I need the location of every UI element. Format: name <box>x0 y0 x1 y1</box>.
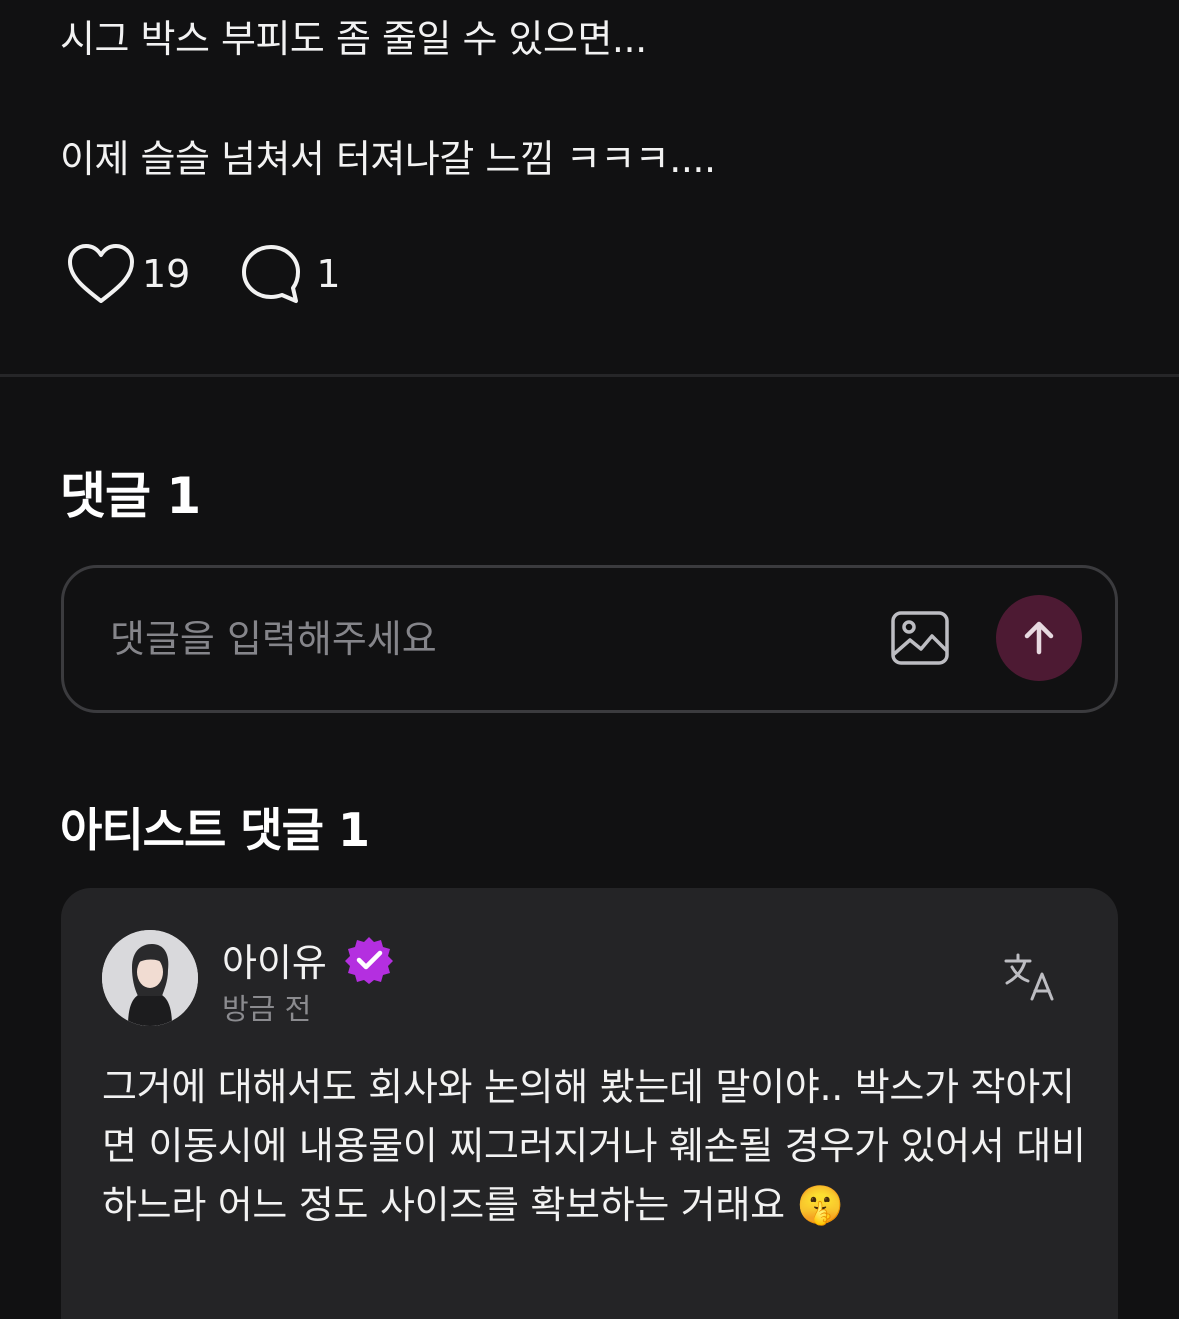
arrow-up-icon <box>1024 621 1054 655</box>
attach-image-button[interactable] <box>890 610 950 666</box>
post-body-line: 시그 박스 부피도 좀 줄일 수 있으면... <box>60 17 647 61</box>
comments-heading: 댓글 1 <box>60 467 201 525</box>
translate-icon <box>1004 953 1054 1001</box>
like-count: 19 <box>142 252 191 296</box>
send-comment-button[interactable] <box>996 595 1082 681</box>
avatar[interactable] <box>102 930 198 1026</box>
comment-button[interactable]: 1 <box>240 243 341 305</box>
section-divider <box>0 374 1179 377</box>
comment-timestamp: 방금 전 <box>222 992 312 1026</box>
like-button[interactable]: 19 <box>66 243 190 305</box>
speech-bubble-icon <box>242 245 301 303</box>
comment-count: 1 <box>316 252 341 296</box>
post-detail-screen: 시그 박스 부피도 좀 줄일 수 있으면... 이제 슬슬 넘쳐서 터져나갈 느… <box>0 0 1179 1319</box>
comment-composer <box>61 565 1118 713</box>
post-body-line: 이제 슬슬 넘쳐서 터져나갈 느낌 ㅋㅋㅋ.... <box>60 137 716 181</box>
heart-outline-icon <box>68 244 134 303</box>
image-icon <box>891 611 949 665</box>
avatar-photo <box>102 930 198 1026</box>
comment-text: 그거에 대해서도 회사와 논의해 봤는데 말이야.. 박스가 작아지면 이동시에… <box>102 1065 1086 1227</box>
verified-badge-icon <box>345 937 393 984</box>
artist-comment-card[interactable]: 아이유 방금 전 그거에 대해서도 회사와 논의해 봤는데 말이야.. 박스가 … <box>61 888 1118 1319</box>
post-reactions: 19 1 <box>66 242 341 306</box>
comment-author-name[interactable]: 아이유 <box>222 932 327 987</box>
translate-button[interactable] <box>1003 952 1057 1002</box>
comment-input[interactable] <box>110 608 870 670</box>
artist-comments-heading: 아티스트 댓글 1 <box>60 803 370 857</box>
